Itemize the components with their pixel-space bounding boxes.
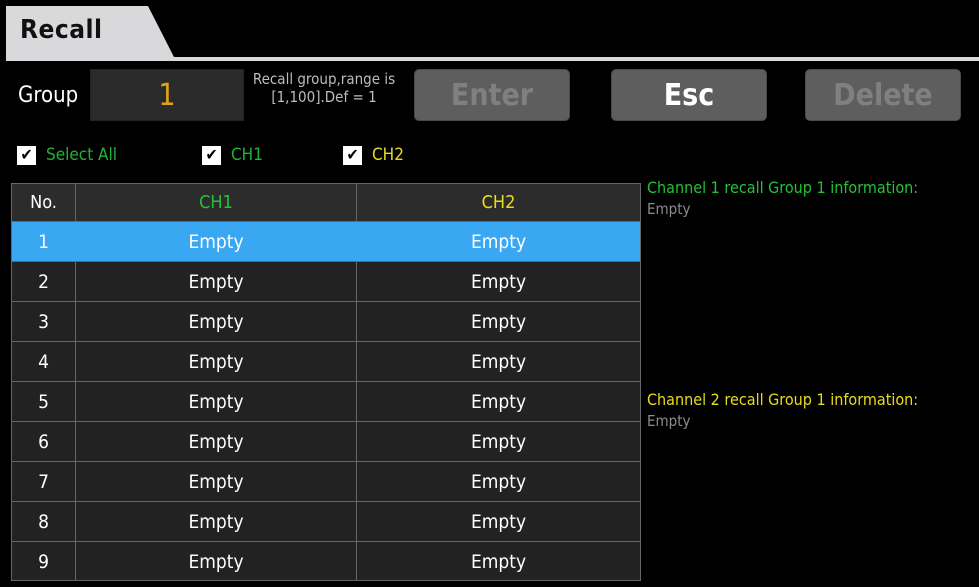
hint-line-1: Recall group,range is [252, 70, 396, 88]
row-ch2-cell: Empty [470, 470, 527, 493]
row-number: 8 [12, 502, 76, 541]
ch1-checkbox-label: CH1 [231, 145, 263, 165]
row-ch2-cell: Empty [470, 270, 527, 293]
row-number: 4 [12, 342, 76, 381]
row-ch1-cell: Empty [76, 422, 357, 461]
ch2-info-body: Empty [647, 412, 691, 430]
row-number: 7 [12, 462, 76, 501]
page-title: Recall [20, 15, 103, 45]
row-number: 9 [12, 542, 76, 580]
select-all-label: Select All [46, 145, 118, 165]
row-number: 6 [12, 422, 76, 461]
row-ch2-cell: Empty [470, 350, 527, 373]
ch1-checkbox[interactable]: ✔ CH1 [202, 145, 263, 165]
header-no: No. [12, 184, 76, 221]
esc-button[interactable]: Esc [611, 69, 767, 121]
row-ch1-cell: Empty [76, 502, 357, 541]
hint-line-2: [1,100].Def = 1 [271, 88, 377, 106]
header-ch1: CH1 [76, 184, 357, 221]
row-ch1-cell: Empty [76, 222, 357, 261]
delete-button[interactable]: Delete [805, 69, 961, 121]
row-number: 1 [12, 222, 76, 261]
ch2-checkbox[interactable]: ✔ CH2 [343, 145, 404, 165]
row-ch1-cell: Empty [76, 262, 357, 301]
table-row[interactable]: 8 Empty Empty [12, 502, 640, 542]
row-ch2-cell: Empty [470, 310, 527, 333]
row-number: 2 [12, 262, 76, 301]
recall-table: No. CH1 CH2 1 Empty Empty 2 Empty Empty … [11, 183, 641, 581]
table-row[interactable]: 3 Empty Empty [12, 302, 640, 342]
table-header: No. CH1 CH2 [12, 184, 640, 222]
table-row[interactable]: 7 Empty Empty [12, 462, 640, 502]
ch1-info-panel: Channel 1 recall Group 1 information: Em… [647, 178, 967, 219]
table-row[interactable]: 5 Empty Empty [12, 382, 640, 422]
ch2-checkbox-label: CH2 [372, 145, 404, 165]
row-ch1-cell: Empty [76, 302, 357, 341]
table-row[interactable]: 4 Empty Empty [12, 342, 640, 382]
row-number: 3 [12, 302, 76, 341]
title-bar: Recall [6, 6, 979, 61]
checkmark-icon: ✔ [202, 145, 221, 165]
ch2-info-title: Channel 2 recall Group 1 information: [647, 390, 919, 409]
table-row[interactable]: 1 Empty Empty [12, 222, 640, 262]
enter-button[interactable]: Enter [414, 69, 570, 121]
row-ch2-cell: Empty [470, 550, 527, 573]
ch1-info-body: Empty [647, 200, 691, 218]
row-ch2-cell: Empty [470, 230, 527, 253]
recall-screen: Recall Group 1 Recall group,range is [1,… [0, 0, 979, 587]
ch1-info-title: Channel 1 recall Group 1 information: [647, 178, 919, 197]
row-ch2-cell: Empty [470, 390, 527, 413]
checkmark-icon: ✔ [343, 145, 362, 165]
group-range-hint: Recall group,range is [1,100].Def = 1 [242, 70, 406, 106]
header-ch2: CH2 [481, 192, 516, 213]
recall-tab: Recall [6, 6, 176, 61]
row-ch2-cell: Empty [470, 430, 527, 453]
select-all-checkbox[interactable]: ✔ Select All [17, 145, 117, 165]
table-row[interactable]: 2 Empty Empty [12, 262, 640, 302]
group-input[interactable]: 1 [90, 69, 244, 121]
table-row[interactable]: 9 Empty Empty [12, 542, 640, 580]
row-ch1-cell: Empty [76, 542, 357, 580]
row-ch2-cell: Empty [470, 510, 527, 533]
checkmark-icon: ✔ [17, 145, 36, 165]
ch2-info-panel: Channel 2 recall Group 1 information: Em… [647, 390, 967, 431]
row-ch1-cell: Empty [76, 462, 357, 501]
group-label: Group [18, 83, 79, 108]
row-ch1-cell: Empty [76, 342, 357, 381]
table-row[interactable]: 6 Empty Empty [12, 422, 640, 462]
row-ch1-cell: Empty [76, 382, 357, 421]
row-number: 5 [12, 382, 76, 421]
